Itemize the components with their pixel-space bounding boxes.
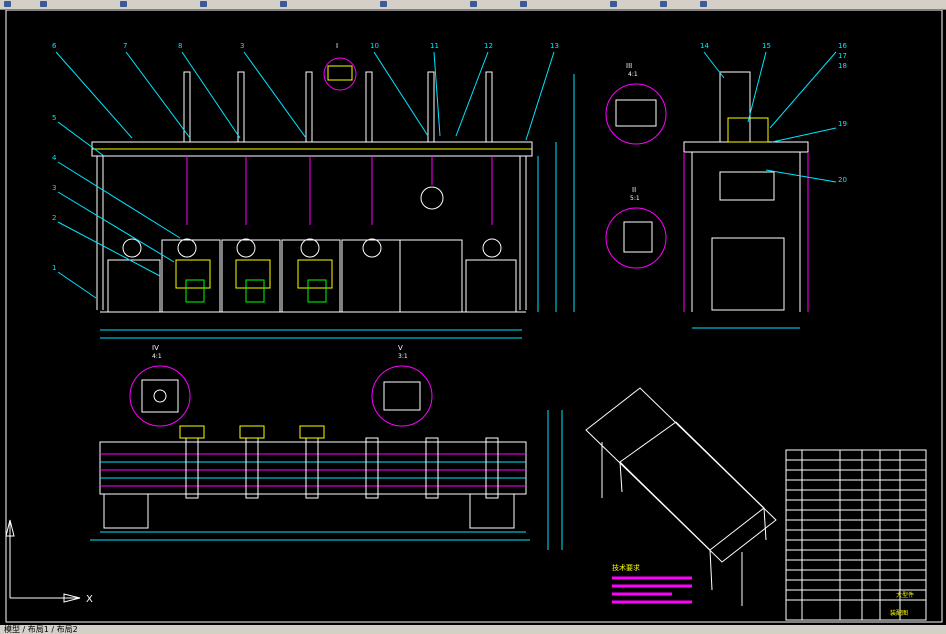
print-icon[interactable] xyxy=(200,1,207,7)
isometric-view xyxy=(585,387,777,606)
ucs-icon: X xyxy=(5,519,93,605)
svg-text:4:1: 4:1 xyxy=(628,71,638,78)
callout-leaders xyxy=(55,51,555,299)
svg-text:16: 16 xyxy=(838,42,847,50)
cad-toolbar xyxy=(0,0,946,10)
svg-text:IV: IV xyxy=(152,344,159,352)
detail-IV: IV 4:1 xyxy=(129,344,191,427)
svg-text:15: 15 xyxy=(762,42,771,50)
detail-V: V 3:1 xyxy=(371,344,433,427)
svg-text:19: 19 xyxy=(838,120,847,128)
open-icon[interactable] xyxy=(40,1,47,7)
svg-text:11: 11 xyxy=(430,42,439,50)
svg-text:X: X xyxy=(86,594,93,605)
cut-icon[interactable] xyxy=(280,1,287,7)
new-icon[interactable] xyxy=(4,1,11,7)
svg-text:4:1: 4:1 xyxy=(152,353,162,360)
svg-text:II: II xyxy=(632,186,636,194)
zoom-icon[interactable] xyxy=(520,1,527,7)
svg-text:1: 1 xyxy=(52,264,56,272)
drawing-canvas[interactable]: 6 7 8 3 10 11 12 13 5 4 3 2 1 I 14 15 16… xyxy=(0,10,946,625)
save-icon[interactable] xyxy=(120,1,127,7)
title-block-name: 大型件 xyxy=(896,591,914,599)
svg-text:5:1: 5:1 xyxy=(630,195,640,202)
svg-text:12: 12 xyxy=(484,42,493,50)
svg-text:III: III xyxy=(626,62,632,70)
title-block-sheet: 装配图 xyxy=(890,609,908,617)
svg-text:18: 18 xyxy=(838,62,847,70)
svg-text:17: 17 xyxy=(838,52,847,60)
detail-II: II 5:1 xyxy=(605,186,667,269)
svg-text:13: 13 xyxy=(550,42,559,50)
plan-view xyxy=(90,410,563,550)
svg-text:8: 8 xyxy=(178,42,182,50)
svg-text:I: I xyxy=(336,42,338,50)
svg-text:3: 3 xyxy=(240,42,244,50)
svg-text:14: 14 xyxy=(700,42,709,50)
properties-icon[interactable] xyxy=(610,1,617,7)
layers-icon[interactable] xyxy=(660,1,667,7)
svg-text:5: 5 xyxy=(52,114,56,122)
side-view: 14 15 16 17 18 19 20 xyxy=(683,42,847,329)
svg-text:V: V xyxy=(398,344,403,352)
detail-III: III 4:1 xyxy=(605,62,667,145)
front-elevation xyxy=(91,71,575,339)
svg-text:20: 20 xyxy=(838,176,847,184)
svg-text:7: 7 xyxy=(123,42,127,50)
layout-tabs[interactable]: 模型 / 布局1 / 布局2 xyxy=(0,625,946,634)
svg-text:10: 10 xyxy=(370,42,379,50)
tabs-label[interactable]: 模型 / 布局1 / 布局2 xyxy=(4,625,78,634)
detail-I: I xyxy=(323,42,357,91)
help-icon[interactable] xyxy=(700,1,707,7)
undo-icon[interactable] xyxy=(380,1,387,7)
pan-icon[interactable] xyxy=(470,1,477,7)
svg-text:3:1: 3:1 xyxy=(398,353,408,360)
svg-text:2: 2 xyxy=(52,214,56,222)
svg-text:3: 3 xyxy=(52,184,56,192)
svg-text:6: 6 xyxy=(52,42,57,50)
technical-notes: 技术要求 xyxy=(612,563,692,604)
svg-text:技术要求: 技术要求 xyxy=(612,563,640,572)
svg-text:4: 4 xyxy=(52,154,57,162)
callout-numbers: 6 7 8 3 10 11 12 13 5 4 3 2 1 xyxy=(52,42,559,272)
